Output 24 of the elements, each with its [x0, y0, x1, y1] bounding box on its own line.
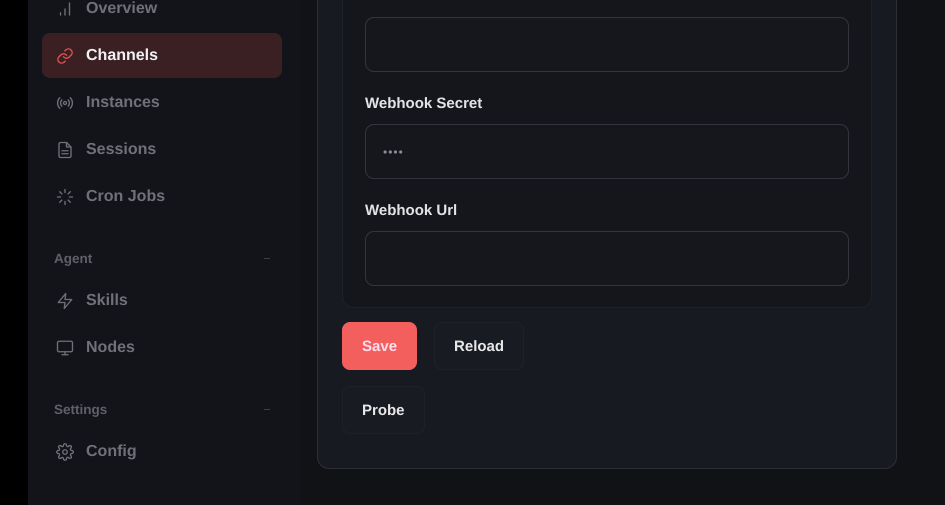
field-label: Webhook Secret — [365, 95, 484, 112]
loader-icon — [56, 188, 74, 206]
field-label: Webhook Url — [365, 202, 458, 219]
nav-item[interactable]: Overview — [42, 0, 282, 31]
input-field[interactable] — [365, 231, 849, 286]
settings-icon — [56, 442, 74, 460]
input-field[interactable] — [365, 17, 849, 72]
nav-item[interactable]: Nodes — [42, 325, 282, 370]
nav-item[interactable]: Skills — [42, 278, 282, 323]
action-button[interactable]: Reload — [434, 322, 524, 370]
nav-item[interactable]: Cron Jobs — [42, 174, 282, 219]
nav-item[interactable]: Sessions — [42, 127, 282, 172]
nav-item[interactable]: Config — [42, 429, 282, 474]
nav-item[interactable]: Channels — [42, 33, 282, 78]
section-title: Settings — [54, 402, 108, 417]
save-button[interactable]: Save — [342, 322, 418, 370]
monitor-icon — [56, 338, 74, 356]
link-icon — [56, 46, 74, 64]
nav-item[interactable]: Instances — [42, 80, 282, 125]
lightning-icon — [56, 292, 74, 310]
section-title: Agent — [54, 251, 92, 266]
document-icon — [56, 140, 74, 158]
action-button[interactable]: Probe — [342, 386, 425, 434]
password-field[interactable]: •••• — [365, 124, 849, 179]
